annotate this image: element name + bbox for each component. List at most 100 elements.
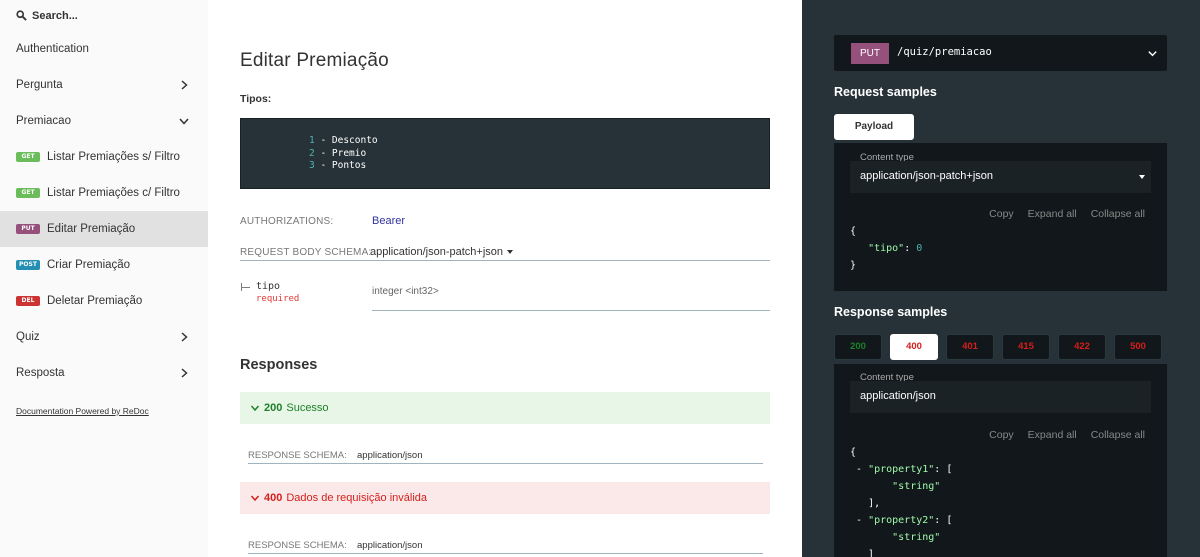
chevron-right-icon — [181, 368, 188, 378]
response-description: Dados de requisição inválida — [286, 492, 428, 504]
chevron-down-icon — [250, 495, 260, 502]
endpoint-path: /quiz/premiacao — [897, 46, 992, 58]
responses-title: Responses — [240, 357, 318, 373]
endpoint-toggle[interactable]: PUT /quiz/premiacao — [834, 35, 1167, 71]
response-schema-label: RESPONSE SCHEMA: — [248, 450, 347, 461]
request-json-sample: { "tipo": 0 } — [850, 226, 923, 271]
request-body-content-type: application/json-patch+json — [370, 246, 504, 258]
response-description: Sucesso — [286, 402, 329, 414]
caret-down-icon — [507, 250, 514, 255]
sidebar-item-label: Premiacao — [16, 115, 71, 127]
sidebar-item-listar-com-filtro[interactable]: GET Listar Premiações c/ Filtro — [0, 175, 208, 211]
response-sample-box: Content type application/json Copy Expand… — [834, 364, 1167, 557]
sidebar-item-listar-sem-filtro[interactable]: GET Listar Premiações s/ Filtro — [0, 139, 208, 175]
response-tab-401[interactable]: 401 — [946, 334, 994, 360]
property-type: integer <int32> — [372, 286, 439, 297]
chevron-right-icon — [181, 80, 188, 90]
response-tab-415[interactable]: 415 — [1002, 334, 1050, 360]
search-bar — [0, 0, 208, 32]
expand-all-button[interactable]: Expand all — [1028, 429, 1077, 441]
request-content-type-select[interactable]: application/json-patch+json — [850, 161, 1151, 193]
sidebar-item-quiz[interactable]: Quiz — [0, 319, 208, 355]
chevron-down-icon — [250, 405, 260, 412]
request-sample-box: Content type application/json-patch+json… — [834, 143, 1167, 291]
page-title: Editar Premiação — [240, 50, 389, 71]
property-name: tipo — [256, 281, 281, 292]
collapse-all-button[interactable]: Collapse all — [1091, 208, 1145, 220]
sample-toolbar: Copy Expand all Collapse all — [975, 208, 1145, 220]
code-line: 3 - Pontos — [309, 160, 367, 171]
response-code: 400 — [264, 492, 283, 504]
search-icon — [16, 10, 27, 21]
get-method-badge: GET — [16, 188, 40, 198]
response-code: 200 — [264, 402, 283, 414]
content-type-value: application/json-patch+json — [860, 170, 994, 182]
chevron-right-icon — [181, 332, 188, 342]
expand-all-button[interactable]: Expand all — [1028, 208, 1077, 220]
authorizations-value[interactable]: Bearer — [372, 215, 405, 227]
request-body-content-type-select[interactable]: application/json-patch+json — [370, 246, 514, 258]
response-200-toggle[interactable]: 200 Sucesso — [240, 392, 770, 424]
sidebar-item-editar-premiacao[interactable]: PUT Editar Premiação — [0, 211, 208, 247]
sidebar-item-label: Listar Premiações s/ Filtro — [47, 151, 180, 163]
sidebar-item-label: Authentication — [16, 43, 89, 55]
put-method-badge: PUT — [16, 224, 40, 234]
response-tab-200[interactable]: 200 — [834, 334, 882, 360]
samples-panel: PUT /quiz/premiacao Request samples Payl… — [802, 0, 1200, 557]
response-schema-400: RESPONSE SCHEMA: application/json — [248, 533, 763, 554]
response-json-sample: { - "property1": [ "string" ], - "proper… — [850, 447, 953, 557]
response-schema-label: RESPONSE SCHEMA: — [248, 540, 347, 551]
payload-tab[interactable]: Payload — [834, 114, 914, 140]
search-input[interactable] — [32, 7, 202, 25]
sidebar-item-label: Deletar Premiação — [47, 295, 143, 307]
request-samples-title: Request samples — [834, 85, 937, 99]
response-tab-500[interactable]: 500 — [1114, 334, 1162, 360]
sidebar-item-pergunta[interactable]: Pergunta — [0, 67, 208, 103]
authorizations-label: AUTHORIZATIONS: — [240, 216, 334, 227]
divider — [240, 260, 770, 261]
sidebar-item-authentication[interactable]: Authentication — [0, 31, 208, 67]
main-content: Editar Premiação Tipos: 1 - Desconto 2 -… — [208, 0, 802, 557]
collapse-all-button[interactable]: Collapse all — [1091, 429, 1145, 441]
property-required: required — [256, 294, 300, 304]
delete-method-badge: DEL — [16, 296, 40, 306]
sidebar-nav: Authentication Pergunta Premiacao GET Li… — [0, 31, 208, 391]
code-line: 1 - Desconto — [309, 135, 378, 146]
request-body-label: REQUEST BODY SCHEMA: — [240, 247, 372, 258]
sample-toolbar: Copy Expand all Collapse all — [975, 429, 1145, 441]
tipos-label: Tipos: — [240, 93, 272, 105]
tree-line — [241, 287, 250, 288]
content-type-value: application/json — [860, 390, 936, 402]
post-method-badge: POST — [16, 260, 40, 270]
response-tab-400[interactable]: 400 — [890, 334, 938, 360]
sidebar-item-label: Editar Premiação — [47, 223, 136, 235]
response-schema-value: application/json — [357, 450, 423, 461]
sidebar-item-label: Quiz — [16, 331, 40, 343]
response-content-type: application/json — [850, 381, 1151, 413]
sidebar: Authentication Pergunta Premiacao GET Li… — [0, 0, 208, 557]
response-schema-value: application/json — [357, 540, 423, 551]
divider — [372, 310, 770, 311]
http-method-badge: PUT — [851, 43, 889, 64]
chevron-down-icon — [1148, 51, 1157, 57]
sidebar-item-label: Pergunta — [16, 79, 63, 91]
sidebar-item-deletar-premiacao[interactable]: DEL Deletar Premiação — [0, 283, 208, 319]
response-400-toggle[interactable]: 400 Dados de requisição inválida — [240, 482, 770, 514]
copy-button[interactable]: Copy — [989, 429, 1014, 441]
response-samples-title: Response samples — [834, 305, 948, 319]
chevron-down-icon — [179, 118, 189, 125]
sidebar-item-label: Criar Premiação — [47, 259, 131, 271]
sidebar-item-resposta[interactable]: Resposta — [0, 355, 208, 391]
sidebar-item-label: Listar Premiações c/ Filtro — [47, 187, 180, 199]
tipos-code-block: 1 - Desconto 2 - Premio 3 - Pontos — [240, 118, 770, 189]
sidebar-item-premiacao[interactable]: Premiacao — [0, 103, 208, 139]
get-method-badge: GET — [16, 152, 40, 162]
caret-down-icon — [1139, 175, 1145, 179]
sidebar-item-label: Resposta — [16, 367, 65, 379]
copy-button[interactable]: Copy — [989, 208, 1014, 220]
sidebar-item-criar-premiacao[interactable]: POST Criar Premiação — [0, 247, 208, 283]
response-schema-200: RESPONSE SCHEMA: application/json — [248, 443, 763, 464]
code-line: 2 - Premio — [309, 147, 367, 159]
powered-by-link[interactable]: Documentation Powered by ReDoc — [16, 406, 149, 416]
response-tab-422[interactable]: 422 — [1058, 334, 1106, 360]
